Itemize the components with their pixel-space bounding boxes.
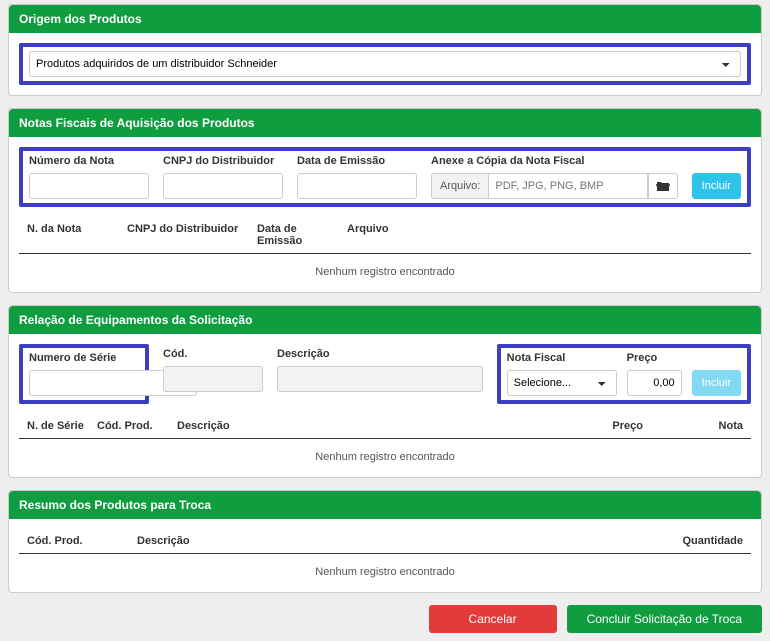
cancel-button[interactable]: Cancelar xyxy=(429,605,557,633)
input-cod xyxy=(163,366,263,392)
empty-resumo: Nenhum registro encontrado xyxy=(19,554,751,582)
col-serie: N. de Série xyxy=(23,420,93,432)
input-numero-nota[interactable] xyxy=(29,173,149,199)
input-serie[interactable] xyxy=(29,370,184,396)
input-preco[interactable] xyxy=(627,370,682,396)
incluir-nota-button[interactable]: Incluir xyxy=(692,173,741,199)
label-preco: Preço xyxy=(627,352,682,364)
col-preco: Preço xyxy=(547,420,647,432)
input-data-emissao[interactable] xyxy=(297,173,417,199)
col-nota-equip: Nota xyxy=(647,420,747,432)
col-nota: N. da Nota xyxy=(23,223,123,247)
col-cnpj: CNPJ do Distribuidor xyxy=(123,223,253,247)
col-resumo-desc: Descrição xyxy=(133,535,657,547)
table-head-equip: N. de Série Cód. Prod. Descrição Preço N… xyxy=(19,414,751,439)
highlight-serie: Numero de Série xyxy=(19,344,149,404)
panel-header-origem: Origem dos Produtos xyxy=(9,5,761,33)
label-numero-nota: Número da Nota xyxy=(29,155,149,167)
table-head-notas: N. da Nota CNPJ do Distribuidor Data de … xyxy=(19,217,751,254)
col-data: Data de Emissão xyxy=(253,223,343,247)
incluir-equip-button[interactable]: Incluir xyxy=(692,370,741,396)
label-serie: Numero de Série xyxy=(29,352,139,364)
highlight-notas: Número da Nota CNPJ do Distribuidor Data… xyxy=(19,147,751,207)
folder-icon xyxy=(656,180,670,192)
empty-equip: Nenhum registro encontrado xyxy=(19,439,751,467)
select-origem[interactable]: Produtos adquiridos de um distribuidor S… xyxy=(29,51,741,77)
label-nf: Nota Fiscal xyxy=(507,352,617,364)
file-prefix: Arquivo: xyxy=(431,173,488,199)
col-arquivo: Arquivo xyxy=(343,223,747,247)
select-nf[interactable]: Selecione... xyxy=(507,370,617,396)
col-resumo-cod: Cód. Prod. xyxy=(23,535,133,547)
input-desc xyxy=(277,366,483,392)
col-desc: Descrição xyxy=(173,420,547,432)
label-anexo: Anexe a Cópia da Nota Fiscal xyxy=(431,155,678,167)
panel-header-resumo: Resumo dos Produtos para Troca xyxy=(9,491,761,519)
input-cnpj[interactable] xyxy=(163,173,283,199)
col-cod-prod: Cód. Prod. xyxy=(93,420,173,432)
file-browse-button[interactable] xyxy=(648,173,678,199)
panel-equip: Relação de Equipamentos da Solicitação N… xyxy=(8,305,762,478)
label-data-emissao: Data de Emissão xyxy=(297,155,417,167)
input-file[interactable] xyxy=(488,173,647,199)
submit-button[interactable]: Concluir Solicitação de Troca xyxy=(567,605,762,633)
col-resumo-qtd: Quantidade xyxy=(657,535,747,547)
highlight-nf: Nota Fiscal Selecione... Preço Incluir xyxy=(497,344,751,404)
panel-notas: Notas Fiscais de Aquisição dos Produtos … xyxy=(8,108,762,293)
panel-resumo: Resumo dos Produtos para Troca Cód. Prod… xyxy=(8,490,762,593)
panel-header-notas: Notas Fiscais de Aquisição dos Produtos xyxy=(9,109,761,137)
label-cnpj: CNPJ do Distribuidor xyxy=(163,155,283,167)
panel-origem: Origem dos Produtos Produtos adquiridos … xyxy=(8,4,762,96)
panel-header-equip: Relação de Equipamentos da Solicitação xyxy=(9,306,761,334)
footer-buttons: Cancelar Concluir Solicitação de Troca xyxy=(8,605,762,633)
label-desc: Descrição xyxy=(277,348,483,360)
empty-notas: Nenhum registro encontrado xyxy=(19,254,751,282)
table-head-resumo: Cód. Prod. Descrição Quantidade xyxy=(19,529,751,554)
label-cod: Cód. xyxy=(163,348,263,360)
highlight-origem: Produtos adquiridos de um distribuidor S… xyxy=(19,43,751,85)
